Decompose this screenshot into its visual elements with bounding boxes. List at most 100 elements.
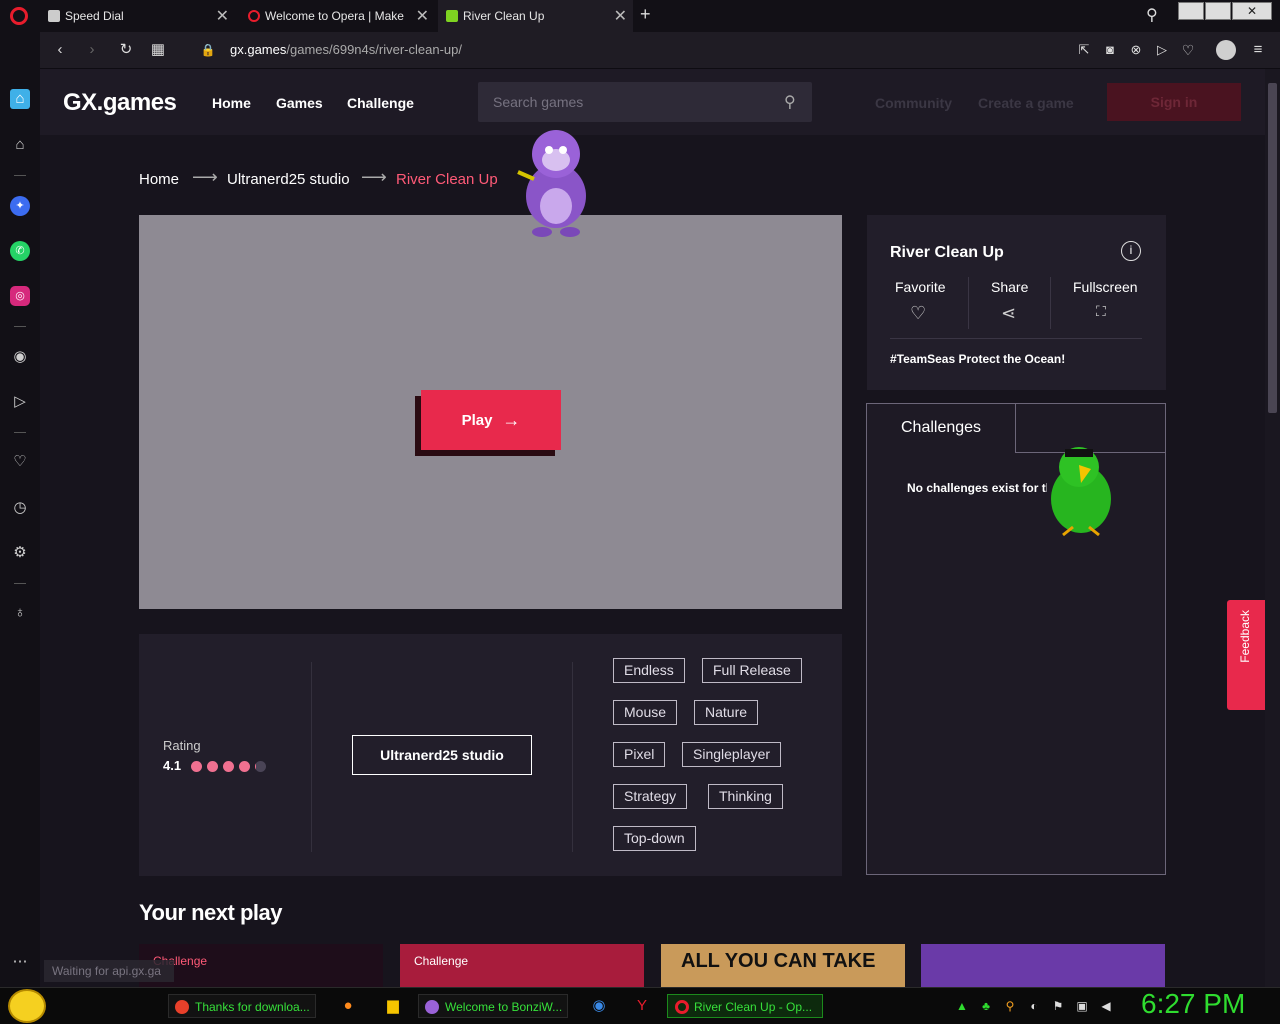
firefox-icon[interactable]: ● — [338, 996, 358, 1016]
lightbulb-icon[interactable]: ♁ — [10, 603, 30, 623]
nav-create-game[interactable]: Create a game — [978, 95, 1074, 111]
search-icon[interactable]: ⚲ — [784, 92, 796, 112]
settings-icon[interactable]: ⚙ — [10, 543, 30, 563]
gx-corner-icon[interactable]: ⌂ — [10, 135, 30, 155]
rating-dot-icon — [223, 761, 234, 772]
flow-icon[interactable]: ▷ — [1152, 40, 1172, 60]
maximize-button[interactable] — [1205, 2, 1231, 20]
tray-network-icon[interactable]: ▣ — [1072, 996, 1092, 1016]
tab-river-clean-up[interactable]: River Clean Up ✕ — [438, 0, 633, 32]
tray-parrot-icon[interactable]: ♣ — [976, 996, 996, 1016]
start-button[interactable] — [8, 989, 46, 1023]
sign-in-button[interactable]: Sign in — [1107, 83, 1241, 121]
new-tab-button[interactable]: + — [640, 4, 651, 25]
share-page-icon[interactable]: ⇱ — [1074, 40, 1094, 60]
yandex-icon[interactable]: Y — [632, 996, 652, 1016]
share-icon[interactable]: ⋖ — [1001, 303, 1016, 324]
tag-endless[interactable]: Endless — [613, 658, 685, 683]
challenge-badge: Challenge — [414, 954, 469, 968]
profile-avatar[interactable] — [1216, 40, 1236, 60]
share-label[interactable]: Share — [991, 279, 1028, 295]
fullscreen-icon[interactable]: ⛶ — [1096, 303, 1106, 320]
search-placeholder: Search games — [493, 94, 584, 110]
game-thumbnail[interactable] — [921, 944, 1165, 987]
tag-top-down[interactable]: Top-down — [613, 826, 696, 851]
tray-bonzi-icon[interactable]: ▲ — [952, 996, 972, 1016]
game-frame[interactable]: Play → — [139, 215, 842, 609]
home-icon[interactable]: ⌂ — [10, 89, 30, 109]
feedback-button[interactable]: Feedback — [1227, 600, 1265, 710]
fullscreen-label[interactable]: Fullscreen — [1073, 279, 1138, 295]
tag-nature[interactable]: Nature — [694, 700, 759, 725]
tab-challenges[interactable]: Challenges — [866, 403, 1016, 453]
nav-community[interactable]: Community — [875, 95, 952, 111]
back-icon[interactable]: ‹ — [50, 40, 70, 60]
search-input[interactable]: Search games ⚲ — [478, 82, 812, 122]
send-icon[interactable]: ▷ — [10, 392, 30, 412]
page-scrollbar[interactable] — [1265, 69, 1280, 987]
tag-full-release[interactable]: Full Release — [702, 658, 802, 683]
opera-logo-icon[interactable] — [10, 7, 28, 25]
minimize-button[interactable] — [1178, 2, 1204, 20]
reload-icon[interactable]: ↻ — [116, 40, 136, 60]
menu-icon[interactable]: ≡ — [1248, 40, 1268, 60]
tag-singleplayer[interactable]: Singleplayer — [682, 742, 782, 767]
rating-dot-icon — [207, 761, 218, 772]
game-thumbnail[interactable]: ALL YOU CAN TAKE — [661, 944, 905, 987]
search-app-icon[interactable]: ◉ — [589, 996, 609, 1016]
taskbar-item-opera[interactable]: River Clean Up - Op... — [667, 994, 823, 1018]
more-icon[interactable]: ⋯ — [10, 952, 30, 972]
breadcrumb-arrow-icon: ⟶ — [361, 167, 387, 187]
close-tab-icon[interactable]: ✕ — [416, 6, 429, 26]
forward-icon[interactable]: › — [82, 40, 102, 60]
search-tabs-icon[interactable]: ⚲ — [1146, 5, 1158, 25]
scrollbar-thumb[interactable] — [1268, 83, 1277, 413]
taskbar-clock[interactable]: 6:27 PM — [1141, 988, 1245, 1020]
tray-search-icon[interactable]: ⚲ — [1000, 996, 1020, 1016]
breadcrumb-studio[interactable]: Ultranerd25 studio — [227, 171, 350, 188]
tray-volume-icon[interactable]: ◐ — [1024, 996, 1044, 1016]
rating-value: 4.1 — [163, 758, 182, 773]
whatsapp-icon[interactable]: ✆ — [10, 241, 30, 261]
tray-flag-icon[interactable]: ⚑ — [1048, 996, 1068, 1016]
tag-strategy[interactable]: Strategy — [613, 784, 688, 809]
close-tab-icon[interactable]: ✕ — [614, 6, 627, 26]
tag-thinking[interactable]: Thinking — [708, 784, 783, 809]
taskbar-item-bonzi[interactable]: Welcome to BonziW... — [418, 994, 568, 1018]
sidebar: ⌂ ⌂ ✦ ✆ ◎ ◉ ▷ ♡ ◷ ⚙ ♁ ⋯ — [0, 32, 40, 987]
player-icon[interactable]: ◉ — [10, 347, 30, 367]
gx-games-logo[interactable]: GX.games — [63, 89, 177, 117]
messenger-icon[interactable]: ✦ — [10, 196, 30, 216]
block-icon[interactable]: ⊗ — [1126, 40, 1146, 60]
heart-icon[interactable]: ♡ — [910, 303, 926, 324]
close-tab-icon[interactable]: ✕ — [216, 6, 229, 26]
studio-button[interactable]: Ultranerd25 studio — [352, 735, 532, 775]
bookmark-heart-icon[interactable]: ♡ — [1178, 40, 1198, 60]
info-icon[interactable]: i — [1121, 241, 1141, 261]
feedback-label: Feedback — [1238, 610, 1252, 663]
tag-mouse[interactable]: Mouse — [613, 700, 678, 725]
favorite-label[interactable]: Favorite — [895, 279, 946, 295]
site-header: GX.games Home Games Challenge Search gam… — [40, 69, 1265, 135]
game-thumbnail[interactable]: Challenge — [400, 944, 644, 987]
close-window-button[interactable]: ✕ — [1232, 2, 1272, 20]
play-button[interactable]: Play → — [421, 390, 561, 450]
taskbar-item-chrome[interactable]: Thanks for downloa... — [168, 994, 316, 1018]
instagram-icon[interactable]: ◎ — [10, 286, 30, 306]
tab-speed-dial[interactable]: Speed Dial ✕ — [40, 0, 235, 32]
snapshot-icon[interactable]: ◙ — [1100, 40, 1120, 60]
tray-speaker-icon[interactable]: ◀ — [1096, 996, 1116, 1016]
tag-pixel[interactable]: Pixel — [613, 742, 666, 767]
breadcrumb-home[interactable]: Home — [139, 171, 179, 188]
tab-welcome-opera[interactable]: Welcome to Opera | Make ✕ — [240, 0, 435, 32]
nav-home[interactable]: Home — [212, 95, 251, 111]
nav-challenge[interactable]: Challenge — [347, 95, 414, 111]
file-explorer-icon[interactable]: ▆ — [383, 996, 403, 1016]
tabs-grid-icon[interactable]: ▦ — [148, 40, 168, 60]
game-thumbnail[interactable]: Challenge — [139, 944, 383, 987]
nav-games[interactable]: Games — [276, 95, 323, 111]
arrow-right-icon: → — [502, 409, 521, 430]
heart-icon[interactable]: ♡ — [10, 452, 30, 472]
url-field[interactable]: gx.games/games/699n4s/river-clean-up/ — [230, 42, 462, 57]
history-icon[interactable]: ◷ — [10, 498, 30, 518]
